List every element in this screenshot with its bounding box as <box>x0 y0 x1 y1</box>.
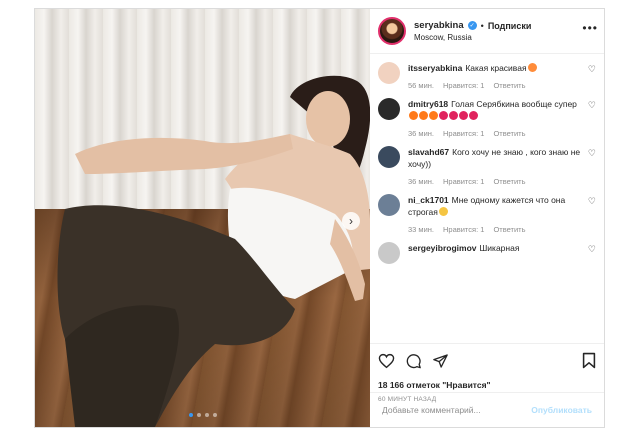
carousel-dot <box>196 413 201 417</box>
carousel-dot <box>212 413 217 417</box>
post-modal: › seryabkina ✓ • Подписки Moscow, Russia… <box>34 8 605 428</box>
carousel-dot <box>188 413 193 417</box>
comment-item: sergeyibrogimov Шикарная ♡ <box>378 234 596 264</box>
comment-likes[interactable]: Нравится: 1 <box>443 81 484 90</box>
author-avatar[interactable] <box>378 17 406 45</box>
likes-count[interactable]: 18 166 отметок "Нравится" <box>378 380 596 390</box>
comment-username[interactable]: slavahd67 <box>408 147 449 157</box>
publish-button[interactable]: Опубликовать <box>531 405 592 415</box>
emoji-icon <box>429 111 438 120</box>
post-header: seryabkina ✓ • Подписки Moscow, Russia •… <box>370 9 604 54</box>
more-icon[interactable]: ••• <box>582 21 598 35</box>
comment-avatar[interactable] <box>378 194 400 216</box>
comment-item: ni_ck1701 Мне одному кажется что она стро… <box>378 186 596 234</box>
emoji-icon <box>449 111 458 120</box>
emoji-icon <box>469 111 478 120</box>
emoji-icon <box>527 63 537 72</box>
comment-avatar[interactable] <box>378 98 400 120</box>
comment-text: Голая Серябкина вообще супер <box>451 99 577 109</box>
following-button[interactable]: Подписки <box>488 21 532 31</box>
comment-likes[interactable]: Нравится: 1 <box>443 129 484 138</box>
heart-icon[interactable] <box>378 353 395 369</box>
emoji-icon <box>438 207 448 216</box>
comment-item: slavahd67 Кого хочу не знаю , кого знаю н… <box>378 138 596 186</box>
reply-button[interactable]: Ответить <box>493 225 525 234</box>
comment-like-heart-icon[interactable]: ♡ <box>588 64 596 90</box>
comment-time: 33 мин. <box>408 225 434 234</box>
comment-input[interactable] <box>382 405 512 415</box>
emoji-icon <box>459 111 468 120</box>
post-sidebar: seryabkina ✓ • Подписки Moscow, Russia •… <box>370 9 604 427</box>
comment-username[interactable]: sergeyibrogimov <box>408 243 477 253</box>
next-slide-button[interactable]: › <box>342 212 360 230</box>
reply-button[interactable]: Ответить <box>493 177 525 186</box>
comment-like-heart-icon[interactable]: ♡ <box>588 148 596 186</box>
share-icon[interactable] <box>432 353 449 369</box>
comment-avatar[interactable] <box>378 242 400 264</box>
comment-time: 56 мин. <box>408 81 434 90</box>
reply-button[interactable]: Ответить <box>493 129 525 138</box>
page: › seryabkina ✓ • Подписки Moscow, Russia… <box>0 0 620 441</box>
comment-avatar[interactable] <box>378 62 400 84</box>
carousel-dots <box>35 413 370 417</box>
comment-time: 36 мин. <box>408 129 434 138</box>
carousel-dot <box>204 413 209 417</box>
comment-like-heart-icon[interactable]: ♡ <box>588 244 596 264</box>
comment-icon[interactable] <box>405 353 422 369</box>
author-username[interactable]: seryabkina <box>414 20 464 31</box>
comment-username[interactable]: ni_ck1701 <box>408 195 449 205</box>
reply-button[interactable]: Ответить <box>493 81 525 90</box>
add-comment-bar: Опубликовать <box>370 392 604 427</box>
comment-item: dmitry618 Голая Серябкина вообще супер 36 … <box>378 90 596 138</box>
comment-text: Какая красивая <box>465 63 527 73</box>
emoji-icon <box>409 111 418 120</box>
comment-text: Шикарная <box>479 243 520 253</box>
comment-like-heart-icon[interactable]: ♡ <box>588 100 596 138</box>
comment-avatar[interactable] <box>378 146 400 168</box>
comments-list[interactable]: itsseryabkina Какая красивая 56 мин. Нравит… <box>370 54 604 343</box>
comment-like-heart-icon[interactable]: ♡ <box>588 196 596 234</box>
emoji-icon <box>419 111 428 120</box>
post-location[interactable]: Moscow, Russia <box>414 33 531 42</box>
comment-item: itsseryabkina Какая красивая 56 мин. Нравит… <box>378 54 596 90</box>
separator-dot: • <box>480 20 484 31</box>
comment-likes[interactable]: Нравится: 1 <box>443 177 484 186</box>
post-media[interactable]: › <box>35 9 370 427</box>
chevron-right-icon: › <box>349 214 353 228</box>
photo-figure <box>57 75 370 427</box>
emoji-icon <box>439 111 448 120</box>
comment-username[interactable]: itsseryabkina <box>408 63 462 73</box>
bookmark-icon[interactable] <box>582 352 596 369</box>
comment-likes[interactable]: Нравится: 1 <box>443 225 484 234</box>
comment-time: 36 мин. <box>408 177 434 186</box>
verified-icon: ✓ <box>467 21 477 30</box>
comment-username[interactable]: dmitry618 <box>408 99 448 109</box>
